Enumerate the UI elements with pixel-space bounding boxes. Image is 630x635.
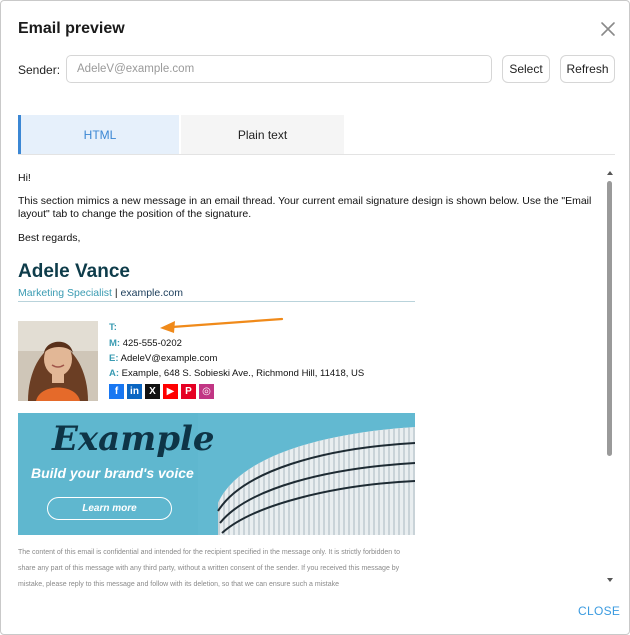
- disclaimer-text: The content of this email is confidentia…: [18, 549, 400, 588]
- contact-mobile-line: M: 425-555-0202: [109, 338, 182, 349]
- contact-address-key: A:: [109, 368, 120, 379]
- signature-role: Marketing Specialist: [18, 287, 112, 299]
- tab-html[interactable]: HTML: [18, 115, 179, 154]
- preview-tabs: HTML Plain text: [18, 115, 615, 155]
- banner-logo: Example: [52, 419, 215, 459]
- tab-plain-text[interactable]: Plain text: [181, 115, 344, 154]
- scroll-up-arrow-icon[interactable]: [607, 171, 613, 175]
- linkedin-icon[interactable]: in: [127, 384, 142, 399]
- message-body: This section mimics a new message in an …: [18, 195, 592, 220]
- signature-role-line: Marketing Specialist | example.com: [18, 287, 183, 299]
- close-button[interactable]: CLOSE: [578, 604, 620, 618]
- contact-phone-key: T:: [109, 322, 117, 333]
- refresh-button[interactable]: Refresh: [560, 55, 615, 83]
- promo-banner[interactable]: Example Build your brand's voice Learn m…: [18, 413, 415, 535]
- social-icons: f in X ▶ P ◎: [109, 384, 214, 399]
- signature-photo: [18, 321, 98, 401]
- contact-email-key: E:: [109, 353, 119, 364]
- dialog-title: Email preview: [18, 20, 125, 37]
- signature-separator: |: [114, 287, 118, 299]
- contact-mobile-value: 425-555-0202: [122, 338, 182, 349]
- signature-website-link[interactable]: example.com: [121, 287, 183, 299]
- x-icon[interactable]: X: [145, 384, 160, 399]
- contact-address-line: A: Example, 648 S. Sobieski Ave., Richmo…: [109, 368, 364, 379]
- signature-name: Adele Vance: [18, 261, 130, 282]
- building-image: [198, 413, 415, 535]
- contact-mobile-key: M:: [109, 338, 121, 349]
- facebook-icon[interactable]: f: [109, 384, 124, 399]
- contact-email-line: E: AdeleV@example.com: [109, 353, 217, 364]
- sender-input[interactable]: [66, 55, 492, 83]
- contact-email-value[interactable]: AdeleV@example.com: [121, 353, 218, 364]
- greeting-text: Hi!: [18, 172, 31, 184]
- pinterest-icon[interactable]: P: [181, 384, 196, 399]
- instagram-icon[interactable]: ◎: [199, 384, 214, 399]
- orange-arrow-annotation: [160, 317, 284, 333]
- email-preview-dialog: Email preview Sender: Select Refresh HTM…: [0, 0, 630, 635]
- close-icon[interactable]: [599, 20, 617, 38]
- scroll-down-arrow-icon[interactable]: [607, 578, 613, 582]
- learn-more-button[interactable]: Learn more: [47, 497, 172, 520]
- banner-tagline: Build your brand's voice: [31, 465, 194, 481]
- select-button[interactable]: Select: [502, 55, 550, 83]
- closing-text: Best regards,: [18, 232, 81, 244]
- contact-address-value: Example, 648 S. Sobieski Ave., Richmond …: [121, 368, 365, 379]
- scrollbar-thumb[interactable]: [607, 181, 612, 456]
- youtube-icon[interactable]: ▶: [163, 384, 178, 399]
- preview-content: Hi! This section mimics a new message in…: [18, 169, 608, 589]
- signature-divider: [18, 301, 415, 302]
- contact-phone-line: T:: [109, 322, 117, 333]
- sender-label: Sender:: [18, 63, 61, 77]
- content-scrollbar[interactable]: [606, 169, 614, 589]
